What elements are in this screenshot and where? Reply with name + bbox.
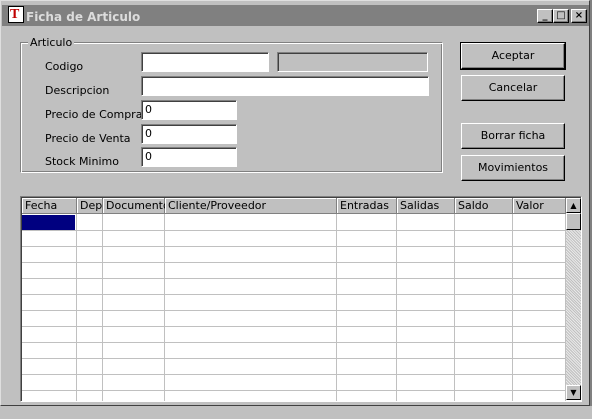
grid-row-line [22,310,565,311]
maximize-icon: □ [556,10,566,21]
aceptar-button[interactable]: Aceptar [460,42,566,70]
column-header-cliente-proveedor[interactable]: Cliente/Proveedor [165,198,337,214]
grid-row-line [22,374,565,375]
maximize-button[interactable]: □ [553,9,569,23]
vertical-scrollbar[interactable]: ▲ ▼ [566,198,581,400]
column-header-entradas[interactable]: Entradas [337,198,397,214]
scroll-up-button[interactable]: ▲ [566,198,581,213]
scroll-thumb[interactable] [566,213,581,230]
screen-edge-bottom [0,406,592,419]
articulo-group-legend: Articulo [28,36,75,49]
close-icon: × [574,10,584,21]
descripcion-label: Descripcion [45,84,110,97]
movimientos-grid[interactable]: Fecha Dep Documento Cliente/Proveedor En… [20,196,582,402]
borrar-ficha-button[interactable]: Borrar ficha [461,123,565,149]
window-title: Ficha de Articulo [26,10,141,24]
app-icon[interactable]: T [8,6,24,23]
close-button[interactable]: × [571,9,587,23]
grid-row-line [22,342,565,343]
column-header-saldo[interactable]: Saldo [455,198,513,214]
grid-row-line [22,358,565,359]
precio-compra-label: Precio de Compra [45,108,143,121]
grid-row-line [22,278,565,279]
column-header-documento[interactable]: Documento [103,198,170,214]
column-header-dep[interactable]: Dep [77,198,103,214]
scroll-down-button[interactable]: ▼ [566,385,581,400]
cancelar-button[interactable]: Cancelar [461,75,565,101]
column-header-fecha[interactable]: Fecha [22,198,77,214]
grid-row-line [22,294,565,295]
selected-cell[interactable] [22,215,75,230]
grid-row-line [22,230,565,231]
app-logo-glyph: T [10,7,20,22]
codigo-input[interactable] [141,52,269,72]
column-header-salidas[interactable]: Salidas [397,198,455,214]
precio-venta-input[interactable]: 0 [141,124,237,144]
precio-venta-label: Precio de Venta [45,132,131,145]
movimientos-button[interactable]: Movimientos [461,155,565,181]
stock-minimo-label: Stock Minimo [45,155,119,168]
minimize-icon: _ [542,10,548,21]
grid-row-line [22,246,565,247]
codigo-label: Codigo [45,60,84,73]
codigo-description-readonly [277,52,428,72]
column-header-valor[interactable]: Valor [513,198,566,214]
stock-minimo-input[interactable]: 0 [141,147,237,167]
grid-row-line [22,262,565,263]
minimize-button[interactable]: _ [537,9,553,23]
grid-row-line [22,326,565,327]
grid-row-line [22,390,565,391]
precio-compra-input[interactable]: 0 [141,100,237,120]
descripcion-input[interactable] [141,76,429,96]
